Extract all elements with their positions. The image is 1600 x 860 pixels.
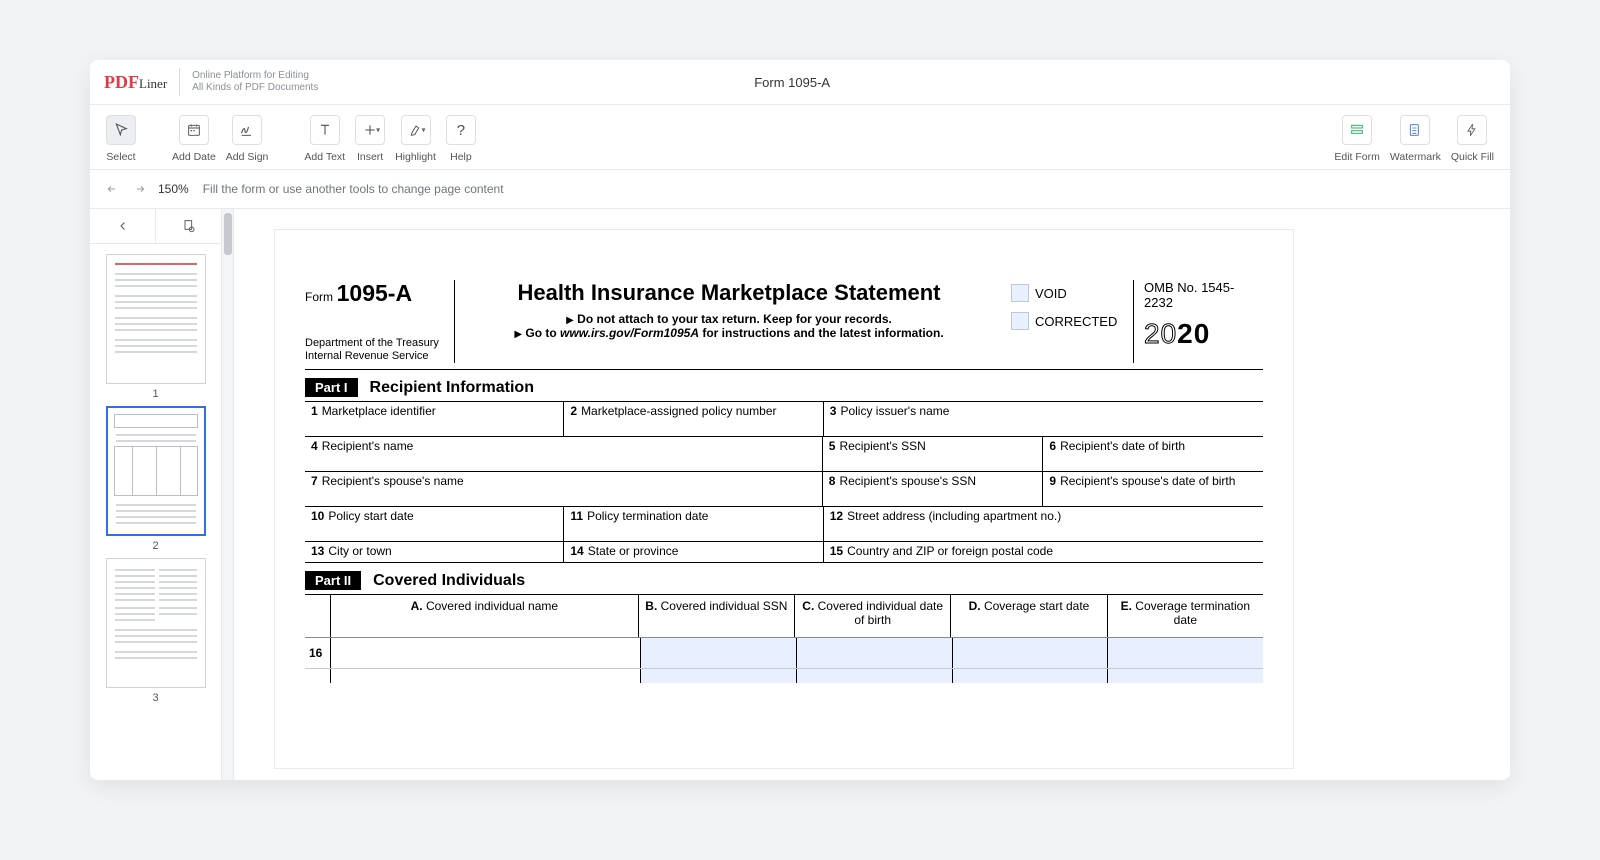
app-window: PDFLiner Online Platform for EditingAll … bbox=[90, 60, 1510, 780]
instruction-1: ▶ Do not attach to your tax return. Keep… bbox=[465, 312, 993, 326]
highlighter-icon: ▾ bbox=[401, 115, 431, 145]
lightning-icon bbox=[1457, 115, 1487, 145]
corrected-checkbox[interactable]: CORRECTED bbox=[1011, 312, 1133, 330]
tax-year: 2020 bbox=[1144, 318, 1263, 350]
col-c: C. Covered individual date of birth bbox=[795, 595, 951, 637]
col-b: B. Covered individual SSN bbox=[639, 595, 795, 637]
field-11[interactable]: 11Policy termination date bbox=[564, 507, 823, 541]
field-1[interactable]: 1Marketplace identifier bbox=[305, 402, 564, 436]
tool-group-edit: Add Text ▾ Insert ▾ Highlight ? Help bbox=[302, 115, 478, 163]
document-page: Form 1095-A Department of the TreasuryIn… bbox=[274, 229, 1294, 769]
instruction-2: ▶ Go to www.irs.gov/Form1095A for instru… bbox=[465, 326, 993, 340]
row-16[interactable]: 16 bbox=[305, 637, 1263, 668]
form-title: Health Insurance Marketplace Statement bbox=[465, 280, 993, 306]
insert-button[interactable]: ▾ Insert bbox=[353, 115, 387, 163]
field-7[interactable]: 7Recipient's spouse's name bbox=[305, 472, 823, 506]
canvas[interactable]: Form 1095-A Department of the TreasuryIn… bbox=[234, 209, 1510, 780]
cursor-icon bbox=[106, 115, 136, 145]
thumb-page-2[interactable]: 2 bbox=[106, 406, 206, 552]
thumb-page-1[interactable]: 1 bbox=[106, 254, 206, 400]
form-number: 1095-A bbox=[337, 280, 412, 306]
toolbar: Select Add Date Add Sign Add Text ▾ Inse… bbox=[90, 105, 1510, 170]
canvas-area: Form 1095-A Department of the TreasuryIn… bbox=[222, 209, 1510, 780]
brand-separator bbox=[179, 68, 180, 96]
side-tabs bbox=[90, 209, 221, 244]
add-date-button[interactable]: Add Date bbox=[170, 115, 218, 163]
form-icon bbox=[1342, 115, 1372, 145]
signature-icon bbox=[232, 115, 262, 145]
part-1-header: Part I Recipient Information bbox=[305, 378, 1263, 397]
text-icon bbox=[310, 115, 340, 145]
app-header: PDFLiner Online Platform for EditingAll … bbox=[90, 60, 1510, 105]
part-2-header: Part II Covered Individuals bbox=[305, 571, 1263, 590]
brand-logo: PDFLiner Online Platform for EditingAll … bbox=[104, 68, 318, 96]
field-4[interactable]: 4Recipient's name bbox=[305, 437, 823, 471]
question-icon: ? bbox=[446, 115, 476, 145]
edit-form-button[interactable]: Edit Form bbox=[1332, 115, 1382, 163]
tool-group-add: Add Date Add Sign bbox=[170, 115, 270, 163]
redo-button[interactable] bbox=[126, 176, 152, 202]
col-d: D. Coverage start date bbox=[951, 595, 1107, 637]
highlight-button[interactable]: ▾ Highlight bbox=[393, 115, 438, 163]
col-e: E. Coverage termination date bbox=[1108, 595, 1263, 637]
watermark-button[interactable]: Watermark bbox=[1388, 115, 1443, 163]
department-info: Department of the TreasuryInternal Reven… bbox=[305, 337, 446, 363]
field-15[interactable]: 15Country and ZIP or foreign postal code bbox=[824, 542, 1263, 562]
tool-group-select: Select bbox=[104, 115, 138, 163]
add-sign-button[interactable]: Add Sign bbox=[224, 115, 271, 163]
brand-tagline: Online Platform for EditingAll Kinds of … bbox=[192, 70, 318, 95]
back-tab[interactable] bbox=[90, 209, 156, 243]
field-6[interactable]: 6Recipient's date of birth bbox=[1043, 437, 1263, 471]
sidebar: 1 2 bbox=[90, 209, 222, 780]
watermark-icon bbox=[1400, 115, 1430, 145]
col-a: A. Covered individual name bbox=[331, 595, 639, 637]
plus-icon: ▾ bbox=[355, 115, 385, 145]
field-2[interactable]: 2Marketplace-assigned policy number bbox=[564, 402, 823, 436]
field-8[interactable]: 8Recipient's spouse's SSN bbox=[823, 472, 1044, 506]
toolbar-right: Edit Form Watermark Quick Fill bbox=[1332, 115, 1496, 163]
field-14[interactable]: 14State or province bbox=[564, 542, 823, 562]
hint-text: Fill the form or use another tools to ch… bbox=[203, 182, 504, 196]
form-word: Form bbox=[305, 290, 333, 304]
pages-tab[interactable] bbox=[156, 209, 221, 243]
document-title: Form 1095-A bbox=[318, 75, 1266, 90]
workspace: 1 2 bbox=[90, 209, 1510, 780]
zoom-level[interactable]: 150% bbox=[158, 182, 189, 196]
field-12[interactable]: 12Street address (including apartment no… bbox=[824, 507, 1263, 541]
field-13[interactable]: 13City or town bbox=[305, 542, 564, 562]
canvas-scrollbar[interactable] bbox=[222, 209, 234, 780]
void-checkbox[interactable]: VOID bbox=[1011, 284, 1133, 302]
field-10[interactable]: 10Policy start date bbox=[305, 507, 564, 541]
select-button[interactable]: Select bbox=[104, 115, 138, 163]
field-5[interactable]: 5Recipient's SSN bbox=[823, 437, 1044, 471]
quick-fill-button[interactable]: Quick Fill bbox=[1449, 115, 1496, 163]
omb-number: OMB No. 1545-2232 bbox=[1144, 280, 1263, 310]
undo-button[interactable] bbox=[100, 176, 126, 202]
form-header: Form 1095-A Department of the TreasuryIn… bbox=[305, 280, 1263, 370]
covered-grid: A. Covered individual name B. Covered in… bbox=[305, 594, 1263, 683]
add-text-button[interactable]: Add Text bbox=[302, 115, 347, 163]
thumbnails[interactable]: 1 2 bbox=[90, 244, 221, 780]
subbar: 150% Fill the form or use another tools … bbox=[90, 170, 1510, 209]
brand-mark: PDFLiner bbox=[104, 72, 167, 93]
recipient-grid: 1Marketplace identifier 2Marketplace-ass… bbox=[305, 401, 1263, 563]
thumb-page-3[interactable]: 3 bbox=[106, 558, 206, 704]
calendar-icon bbox=[179, 115, 209, 145]
field-3[interactable]: 3Policy issuer's name bbox=[824, 402, 1263, 436]
field-9[interactable]: 9Recipient's spouse's date of birth bbox=[1043, 472, 1263, 506]
row-next[interactable] bbox=[305, 668, 1263, 683]
help-button[interactable]: ? Help bbox=[444, 115, 478, 163]
